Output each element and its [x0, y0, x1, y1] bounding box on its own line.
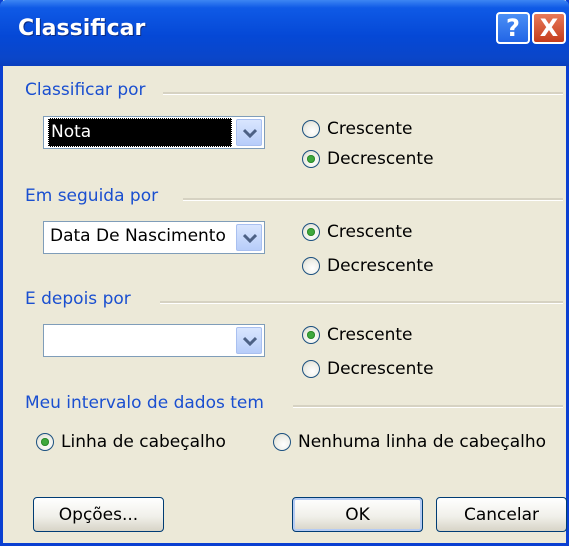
sort-by-group-label: Classificar por [25, 80, 146, 100]
then-by-descending-label: Decrescente [327, 256, 434, 276]
then-by-descending-radio[interactable]: Decrescente [302, 254, 434, 278]
radio-checked-icon [302, 150, 320, 168]
then-by-value: Data De Nascimento [50, 226, 226, 246]
sort-by-descending-label: Decrescente [327, 149, 434, 169]
then-by-ascending-label: Crescente [327, 222, 413, 242]
header-group-label: Meu intervalo de dados tem [25, 393, 264, 413]
radio-checked-icon [36, 433, 54, 451]
sort-dialog: Classificar ? X Classificar por Nota Cre… [0, 0, 569, 546]
ok-button[interactable]: OK [292, 497, 423, 532]
close-icon: X [539, 14, 559, 42]
help-button[interactable]: ? [496, 12, 530, 44]
chevron-down-icon[interactable] [236, 224, 262, 251]
sort-by-ascending-radio[interactable]: Crescente [302, 117, 413, 141]
group-divider [160, 301, 563, 304]
sort-by-descending-radio[interactable]: Decrescente [302, 147, 434, 171]
options-button[interactable]: Opções... [33, 497, 164, 532]
options-button-label: Opções... [58, 504, 139, 525]
radio-checked-icon [302, 223, 320, 241]
question-mark-icon: ? [506, 14, 520, 42]
no-header-radio[interactable]: Nenhuma linha de cabeçalho [273, 430, 546, 454]
radio-unchecked-icon [302, 360, 320, 378]
has-header-radio[interactable]: Linha de cabeçalho [36, 430, 226, 454]
has-header-label: Linha de cabeçalho [61, 432, 226, 452]
then-by-2-ascending-radio[interactable]: Crescente [302, 323, 413, 347]
chevron-down-icon[interactable] [236, 327, 262, 354]
then-by-2-group-label: E depois por [25, 289, 131, 309]
then-by-2-value [48, 325, 56, 354]
no-header-label: Nenhuma linha de cabeçalho [298, 432, 547, 452]
chevron-down-icon[interactable] [236, 119, 262, 146]
group-divider [293, 405, 563, 408]
radio-checked-icon [302, 326, 320, 344]
sort-by-combo[interactable]: Nota [43, 116, 265, 149]
cancel-button-label: Cancelar [464, 504, 539, 525]
then-by-group-label: Em seguida por [25, 186, 159, 206]
then-by-2-descending-radio[interactable]: Decrescente [302, 357, 434, 381]
then-by-2-combo[interactable] [43, 324, 265, 357]
group-divider [163, 92, 563, 95]
close-button[interactable]: X [532, 12, 566, 44]
radio-unchecked-icon [273, 433, 291, 451]
dialog-title: Classificar [18, 16, 146, 41]
cancel-button[interactable]: Cancelar [436, 497, 567, 532]
then-by-2-ascending-label: Crescente [327, 325, 413, 345]
then-by-ascending-radio[interactable]: Crescente [302, 220, 413, 244]
sort-by-ascending-label: Crescente [327, 119, 413, 139]
then-by-2-descending-label: Decrescente [327, 359, 434, 379]
title-bar[interactable]: Classificar ? X [0, 0, 569, 66]
radio-unchecked-icon [302, 257, 320, 275]
sort-by-value: Nota [48, 118, 232, 147]
radio-unchecked-icon [302, 120, 320, 138]
then-by-combo[interactable]: Data De Nascimento [43, 221, 265, 254]
ok-button-label: OK [345, 504, 370, 525]
group-divider [183, 198, 563, 201]
